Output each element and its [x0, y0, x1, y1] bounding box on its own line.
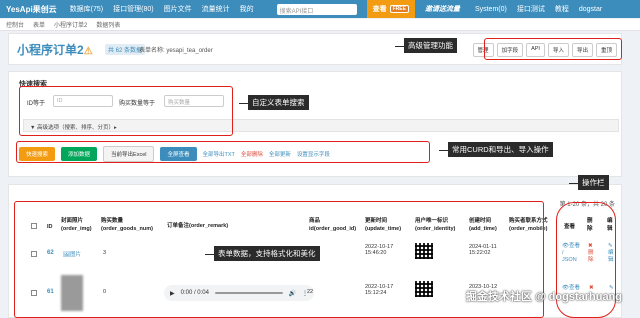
nav-item-images[interactable]: 图片文件 [159, 4, 197, 14]
breadcrumb-console[interactable]: 控制台 [6, 20, 24, 29]
nav-item-mine[interactable]: 我的 [235, 4, 259, 14]
breadcrumb: 控制台 表单 小程序订单2 数据列表 [0, 19, 640, 31]
check-button[interactable]: 查看 FREE [366, 0, 415, 18]
check-button-label: 查看 [372, 6, 387, 13]
api-search-input[interactable]: 搜索API接口 [276, 3, 357, 15]
watermark: 掘金技术社区 @ dogstarhuang [465, 291, 622, 303]
page-title-text: 小程序订单2 [17, 43, 84, 57]
callout-advanced: 高级管理功能 [395, 38, 457, 53]
callout-ops: 操作栏 [569, 175, 609, 190]
invite-link[interactable]: 邀请送流量 [415, 4, 470, 14]
callout-custom-search: 自定义表单搜索 [239, 95, 309, 110]
table-name: 表单名称: yesapi_tea_order [139, 48, 213, 54]
breadcrumb-forms[interactable]: 表单 [33, 20, 45, 29]
user-menu[interactable]: dogstar [574, 6, 607, 13]
nav-item-database[interactable]: 数据库(75) [65, 4, 108, 14]
advanced-highlight [484, 38, 622, 60]
page-title: 小程序订单2⚠ [17, 41, 93, 58]
free-badge: FREE [389, 5, 409, 13]
callout-crud: 常用CURD和导出、导入操作 [439, 142, 553, 157]
breadcrumb-order[interactable]: 小程序订单2 [54, 20, 87, 29]
nav-item-api[interactable]: 接口管理(80) [108, 4, 158, 14]
nav-item-api-test[interactable]: 接口测试 [512, 4, 550, 14]
callout-table: 表单数据，支持格式化和美化 [205, 246, 320, 261]
crud-highlight [16, 141, 430, 163]
brand-logo[interactable]: YesApi果创云 [0, 4, 65, 15]
breadcrumb-list: 数据列表 [96, 23, 121, 29]
warning-icon: ⚠ [83, 46, 93, 57]
top-navbar: YesApi果创云 数据库(75) 接口管理(80) 图片文件 流量统计 我的 … [0, 0, 640, 18]
nav-item-tutorial[interactable]: 教程 [550, 4, 574, 14]
nav-item-system[interactable]: System(0) [470, 6, 512, 13]
custom-search-highlight [19, 86, 233, 136]
nav-item-traffic[interactable]: 流量统计 [197, 4, 235, 14]
